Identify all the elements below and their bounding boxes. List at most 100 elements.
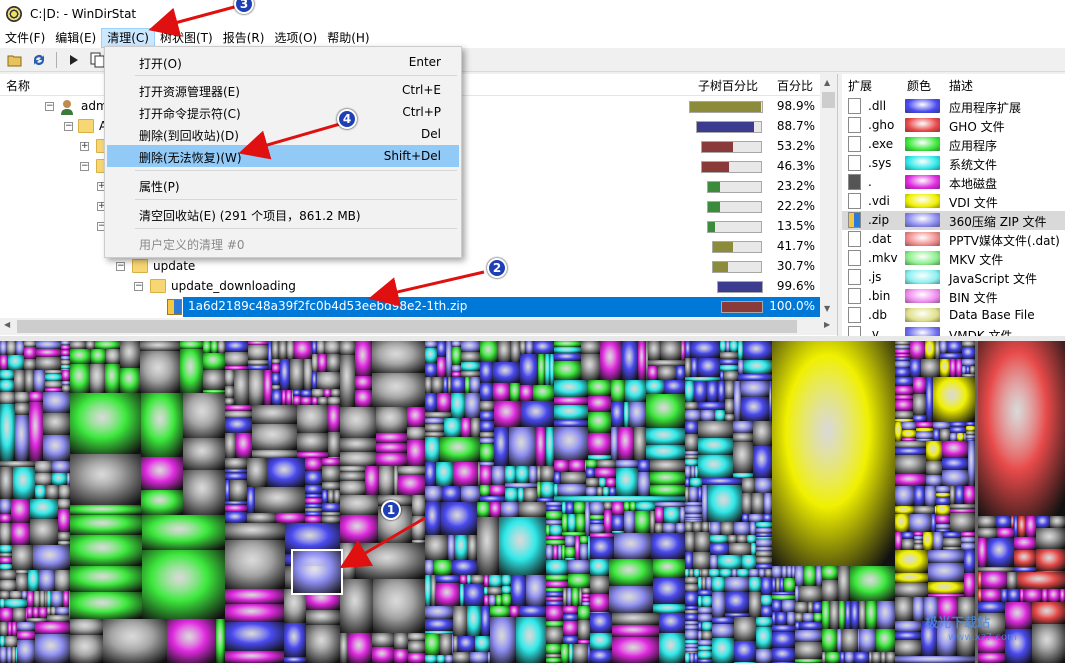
treemap-block[interactable] (297, 405, 328, 433)
column-header-extension[interactable]: 扩展 (848, 77, 872, 94)
treemap-block[interactable] (24, 347, 36, 359)
treemap-block[interactable] (225, 523, 285, 540)
treemap-block[interactable] (519, 606, 546, 617)
treemap-block[interactable] (803, 613, 814, 622)
treemap-block[interactable] (27, 607, 33, 618)
treemap-block[interactable] (394, 466, 398, 495)
treemap-block[interactable] (45, 388, 62, 392)
treemap-block[interactable] (225, 370, 234, 386)
treemap-block[interactable] (488, 587, 502, 595)
treemap-block[interactable] (340, 341, 355, 355)
treemap-block[interactable] (822, 566, 838, 580)
treemap-block[interactable] (869, 652, 872, 663)
treemap-block[interactable] (225, 480, 230, 501)
treemap-block[interactable] (877, 601, 895, 629)
treemap-block[interactable] (452, 341, 461, 347)
treemap-block[interactable] (461, 371, 480, 377)
treemap-block[interactable] (434, 560, 452, 575)
treemap-block[interactable] (142, 550, 225, 619)
tree-expander-icon[interactable]: + (80, 142, 89, 151)
treemap-block[interactable] (471, 575, 484, 584)
treemap-block[interactable] (685, 402, 698, 410)
scroll-thumb[interactable] (822, 92, 835, 108)
treemap-block[interactable] (698, 421, 733, 438)
treemap-block[interactable] (312, 341, 317, 354)
treemap-block[interactable] (56, 607, 69, 615)
treemap-block[interactable] (728, 535, 737, 543)
treemap-block[interactable] (895, 354, 910, 357)
treemap-block[interactable] (866, 601, 877, 629)
treemap-block[interactable] (1001, 589, 1008, 602)
treemap-block[interactable] (702, 596, 712, 607)
treemap-block[interactable] (372, 633, 394, 647)
treemap-block[interactable] (655, 502, 685, 507)
treemap-block[interactable] (733, 433, 753, 442)
treemap-block[interactable] (685, 569, 689, 577)
treemap-block[interactable] (599, 478, 606, 487)
treemap-block[interactable] (272, 385, 280, 390)
treemap-block[interactable] (565, 547, 575, 558)
extension-row[interactable]: .dat PPTV媒体文件(.dat) (842, 230, 1065, 249)
treemap-block[interactable] (756, 627, 772, 649)
treemap-block[interactable] (562, 532, 585, 536)
treemap-block[interactable] (546, 536, 565, 540)
treemap-block[interactable] (950, 427, 966, 433)
treemap-block[interactable] (0, 499, 11, 514)
treemap-block[interactable] (496, 595, 502, 606)
treemap-block[interactable] (90, 364, 105, 393)
treemap-block[interactable] (17, 640, 35, 663)
treemap-block[interactable] (461, 486, 480, 502)
treemap-block[interactable] (702, 522, 709, 532)
treemap-block[interactable] (725, 577, 749, 592)
treemap-block[interactable] (477, 502, 490, 517)
treemap-block[interactable] (378, 495, 412, 506)
treemap-block[interactable] (490, 485, 505, 496)
treemap-block[interactable] (872, 652, 881, 663)
treemap-block[interactable] (928, 594, 964, 597)
treemap-block[interactable] (575, 536, 580, 560)
treemap-block[interactable] (35, 473, 52, 485)
treemap-block[interactable] (618, 427, 634, 460)
treemap-block[interactable] (407, 407, 425, 427)
treemap-block[interactable] (537, 498, 554, 502)
treemap-block[interactable] (720, 371, 724, 381)
treemap-block[interactable] (546, 520, 562, 525)
treemap-block[interactable] (756, 557, 772, 564)
treemap-block[interactable] (328, 490, 334, 503)
treemap-block[interactable] (489, 575, 502, 587)
treemap-block[interactable] (1042, 589, 1048, 602)
treemap-block[interactable] (902, 422, 916, 430)
treemap-block[interactable] (22, 591, 27, 599)
treemap-block[interactable] (913, 377, 926, 394)
treemap-block[interactable] (51, 607, 56, 615)
treemap-block[interactable] (305, 498, 322, 504)
treemap-block[interactable] (480, 421, 494, 432)
selected-zip-block[interactable] (291, 549, 343, 595)
treemap-block[interactable] (741, 381, 769, 397)
treemap-block[interactable] (47, 591, 51, 607)
treemap-block[interactable] (488, 652, 490, 663)
treemap-block[interactable] (70, 619, 103, 635)
treemap-block[interactable] (24, 341, 36, 347)
treemap-block[interactable] (772, 595, 795, 600)
treemap-block[interactable] (940, 359, 950, 377)
treemap-block[interactable] (340, 472, 365, 481)
treemap-block[interactable] (480, 444, 494, 462)
treemap-block[interactable] (554, 361, 581, 380)
treemap-block[interactable] (510, 606, 519, 617)
treemap-block[interactable] (322, 466, 340, 482)
treemap-block[interactable] (225, 540, 285, 589)
treemap-block[interactable] (733, 473, 753, 478)
treemap-block[interactable] (533, 341, 554, 354)
treemap-block[interactable] (895, 377, 913, 386)
treemap-block[interactable] (35, 461, 52, 473)
treemap-block[interactable] (563, 606, 578, 614)
treemap-block[interactable] (685, 514, 702, 518)
treemap-block[interactable] (579, 588, 582, 606)
treemap-block[interactable] (106, 349, 120, 364)
treemap-block[interactable] (729, 543, 751, 555)
treemap-block[interactable] (772, 600, 782, 612)
treemap-block[interactable] (962, 341, 975, 347)
treemap-block[interactable] (490, 502, 501, 517)
treemap-block[interactable] (91, 349, 106, 364)
